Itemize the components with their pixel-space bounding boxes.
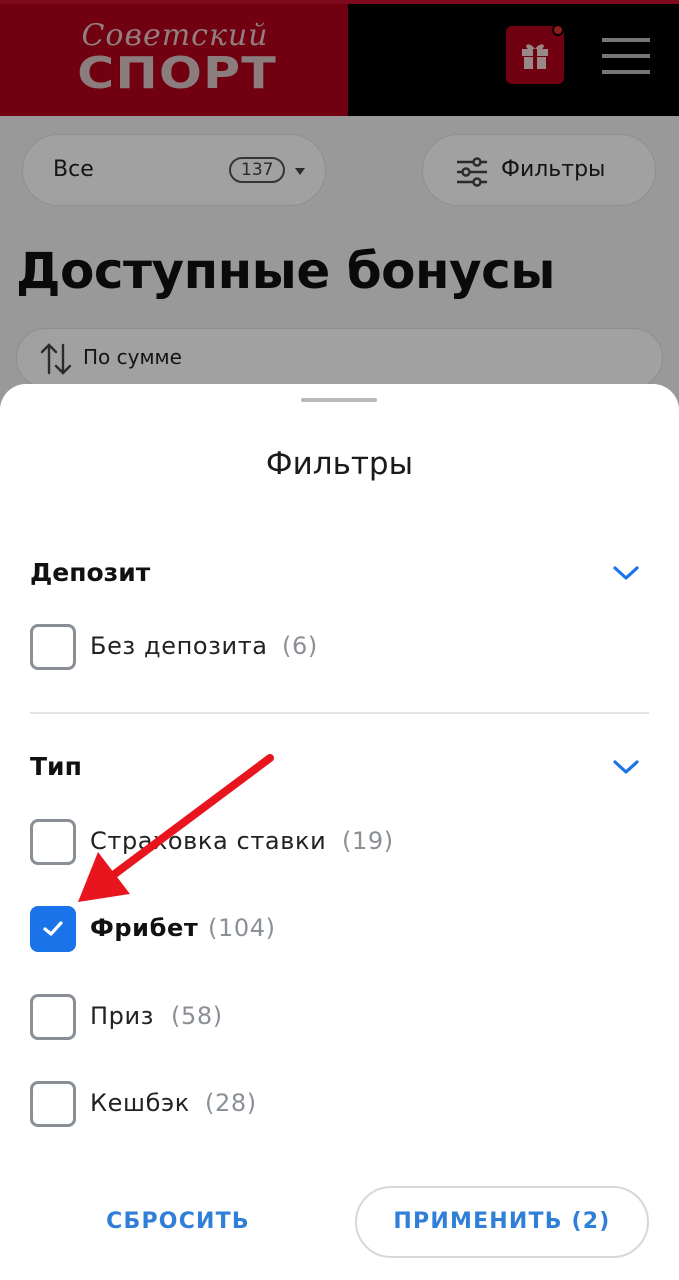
sheet-title: Фильтры: [265, 446, 414, 482]
option-label: Фрибет: [90, 914, 199, 942]
filters-sheet: Фильтры Депозит Без депозита (6) Тип Стр…: [0, 384, 679, 1280]
checkbox[interactable]: [30, 1081, 76, 1127]
option-count: (6): [282, 632, 318, 660]
section-title-deposit: Депозит: [30, 558, 151, 587]
checkbox[interactable]: [30, 624, 76, 670]
option-cashback[interactable]: Кешбэк (28): [30, 1081, 630, 1127]
option-count: (19): [342, 827, 394, 855]
chevron-down-icon[interactable]: [612, 758, 640, 776]
chevron-down-icon[interactable]: [612, 564, 640, 582]
drag-handle[interactable]: [301, 398, 377, 402]
option-no-deposit[interactable]: Без депозита (6): [30, 624, 630, 670]
checkbox[interactable]: [30, 994, 76, 1040]
option-bet-insurance[interactable]: Страховка ставки (19): [30, 819, 630, 865]
apply-button[interactable]: ПРИМЕНИТЬ (2): [355, 1186, 649, 1258]
checkbox[interactable]: [30, 819, 76, 865]
option-label: Приз: [90, 1002, 155, 1030]
divider: [30, 712, 649, 714]
option-freebet[interactable]: Фрибет (104): [30, 906, 630, 952]
option-label: Без депозита: [90, 632, 268, 660]
option-count: (104): [208, 914, 276, 942]
option-label: Кешбэк: [90, 1089, 190, 1117]
option-count: (58): [171, 1002, 223, 1030]
checkbox-checked[interactable]: [30, 906, 76, 952]
reset-button[interactable]: СБРОСИТЬ: [60, 1186, 296, 1258]
section-title-type: Тип: [30, 752, 82, 781]
option-count: (28): [205, 1089, 257, 1117]
option-label: Страховка ставки: [90, 827, 327, 855]
checkmark-icon: [43, 921, 63, 936]
option-prize[interactable]: Приз (58): [30, 994, 630, 1040]
